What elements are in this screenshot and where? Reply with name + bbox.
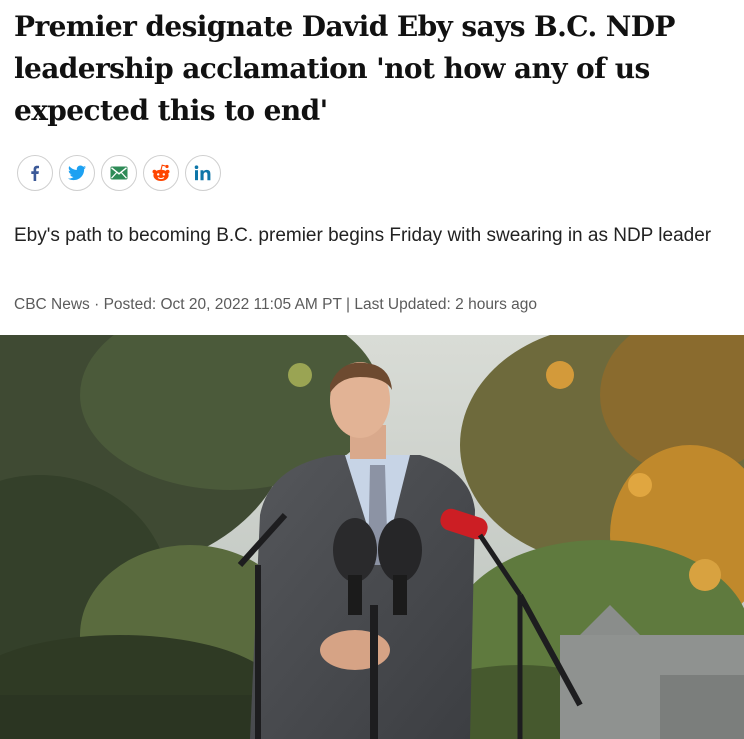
share-facebook-button[interactable] bbox=[17, 155, 53, 191]
posted-date: Posted: Oct 20, 2022 11:05 AM PT bbox=[103, 296, 342, 313]
updated-date: Last Updated: 2 hours ago bbox=[354, 296, 538, 313]
byline-separator-dot: · bbox=[89, 296, 104, 313]
byline: CBC News · Posted: Oct 20, 2022 11:05 AM… bbox=[14, 296, 537, 314]
lead-photo bbox=[0, 335, 744, 739]
article-headline: Premier designate David Eby says B.C. ND… bbox=[14, 10, 675, 127]
reddit-icon bbox=[152, 164, 170, 181]
share-email-button[interactable] bbox=[101, 155, 137, 191]
linkedin-icon bbox=[194, 165, 211, 181]
facebook-icon bbox=[31, 165, 39, 181]
source-link[interactable]: CBC News bbox=[14, 296, 90, 313]
share-linkedin-button[interactable] bbox=[185, 155, 221, 191]
share-reddit-button[interactable] bbox=[143, 155, 179, 191]
share-bar bbox=[17, 155, 221, 191]
share-twitter-button[interactable] bbox=[59, 155, 95, 191]
twitter-icon bbox=[68, 165, 86, 181]
article-deck: Eby's path to becoming B.C. premier begi… bbox=[14, 225, 712, 246]
email-icon bbox=[110, 166, 128, 180]
byline-separator-pipe: | bbox=[341, 296, 355, 313]
